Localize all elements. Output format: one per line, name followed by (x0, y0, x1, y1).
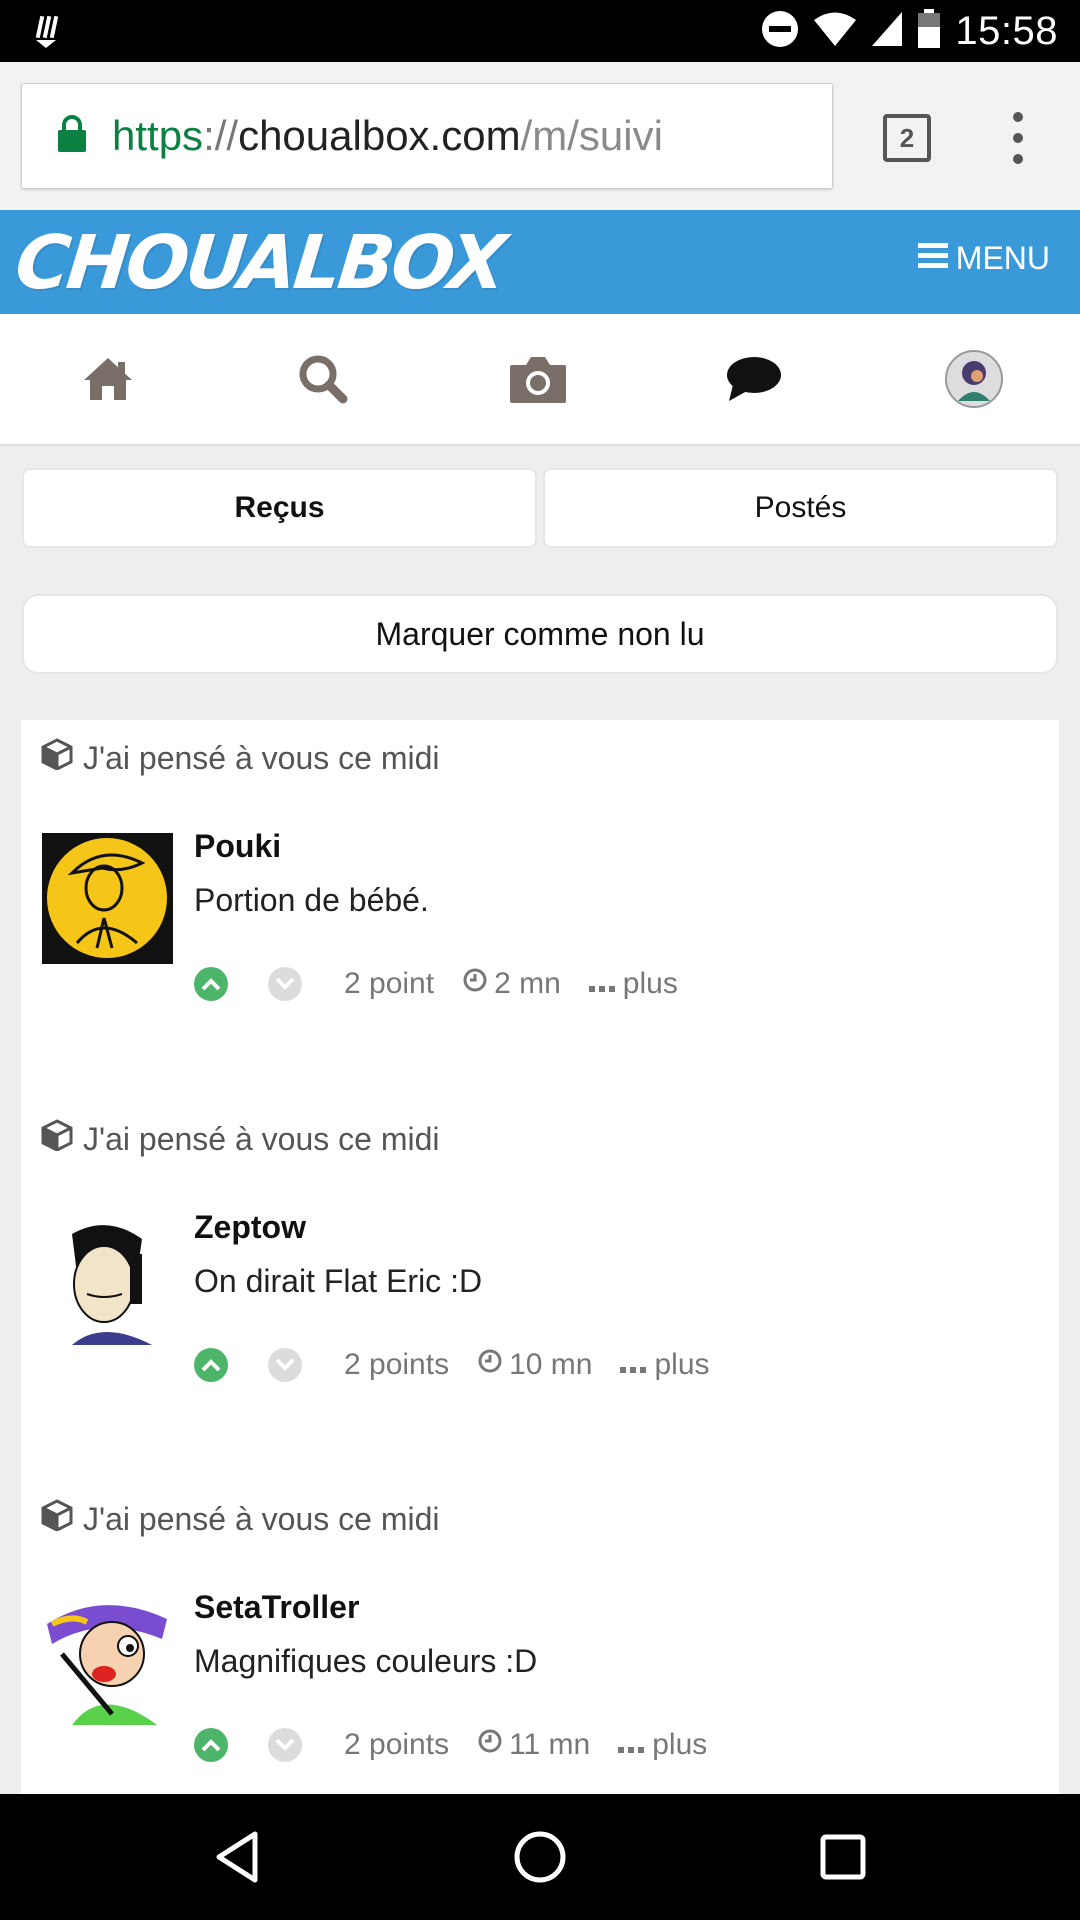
search-icon[interactable] (283, 344, 363, 414)
comment-time: 2 mn (462, 967, 561, 1001)
comment-text: On dirait Flat Eric :D (194, 1263, 483, 1299)
user-avatar[interactable] (42, 1594, 173, 1725)
tab-received[interactable]: Reçus (22, 468, 537, 548)
main-content: Reçus Postés Marquer comme non lu J'ai p… (0, 446, 1080, 1800)
more-button[interactable]: plus (588, 967, 678, 1001)
comment-actions: 2 points 10 mn plus (194, 1345, 710, 1385)
clock-icon (477, 1348, 503, 1382)
recents-icon[interactable] (810, 1824, 876, 1890)
downvote-icon[interactable] (268, 1348, 302, 1382)
box-icon (41, 738, 73, 778)
comment-time: 11 mn (477, 1728, 590, 1762)
user-avatar[interactable] (42, 1214, 173, 1345)
site-header: CHOUALBOX MENU (0, 210, 1080, 314)
home-circle-icon[interactable] (507, 1824, 573, 1890)
lock-icon (56, 114, 88, 159)
box-icon (41, 1499, 73, 1539)
comment-time: 10 mn (477, 1348, 592, 1382)
comment-text: Magnifiques couleurs :D (194, 1643, 538, 1679)
icon-navigation (0, 314, 1080, 446)
downvote-icon[interactable] (268, 1728, 302, 1762)
overflow-menu-icon[interactable] (1010, 112, 1026, 164)
system-navigation-bar (0, 1794, 1080, 1920)
wifi-icon (813, 11, 857, 52)
comment-actions: 2 points 11 mn plus (194, 1725, 707, 1765)
browser-toolbar: https://choualbox.com/m/suivi 2 (0, 62, 1080, 210)
comment-icon[interactable] (714, 344, 794, 414)
post-title[interactable]: J'ai pensé à vous ce midi (41, 1119, 440, 1159)
menu-button[interactable]: MENU (917, 240, 1050, 277)
tab-switcher-button[interactable]: 2 (883, 114, 931, 162)
notification-pen-icon (34, 14, 60, 53)
avatar[interactable] (934, 344, 1014, 414)
comment-text: Portion de bébé. (194, 882, 429, 918)
url-text: https://choualbox.com/m/suivi (112, 112, 663, 159)
comment-actions: 2 point 2 mn plus (194, 964, 678, 1004)
upvote-icon[interactable] (194, 967, 228, 1001)
back-icon[interactable] (204, 1824, 270, 1890)
clock-icon (462, 967, 488, 1001)
comment-author[interactable]: Pouki (194, 828, 281, 865)
comment-author[interactable]: SetaTroller (194, 1589, 359, 1626)
post-title[interactable]: J'ai pensé à vous ce midi (41, 738, 440, 778)
ellipsis-icon (620, 1348, 647, 1382)
points-count: 2 point (344, 967, 435, 1000)
comment-author[interactable]: Zeptow (194, 1209, 306, 1246)
home-icon[interactable] (68, 344, 148, 414)
points-count: 2 points (344, 1728, 450, 1761)
more-button[interactable]: plus (620, 1348, 710, 1382)
battery-icon (917, 8, 941, 54)
comment-feed: J'ai pensé à vous ce midi Pouki Portion … (21, 720, 1059, 1800)
ellipsis-icon (588, 967, 615, 1001)
tab-posted[interactable]: Postés (543, 468, 1058, 548)
camera-icon[interactable] (498, 344, 578, 414)
more-button[interactable]: plus (618, 1728, 707, 1762)
downvote-icon[interactable] (268, 967, 302, 1001)
ellipsis-icon (618, 1728, 645, 1762)
address-bar[interactable]: https://choualbox.com/m/suivi (21, 83, 833, 189)
upvote-icon[interactable] (194, 1728, 228, 1762)
post-title[interactable]: J'ai pensé à vous ce midi (41, 1499, 440, 1539)
list-item: J'ai pensé à vous ce midi Zeptow On dira… (21, 1101, 1059, 1481)
mark-unread-button[interactable]: Marquer comme non lu (22, 594, 1058, 674)
do-not-disturb-icon (761, 10, 799, 53)
upvote-icon[interactable] (194, 1348, 228, 1382)
box-icon (41, 1119, 73, 1159)
clock: 15:58 (955, 8, 1058, 53)
hamburger-icon (917, 240, 948, 277)
list-item: J'ai pensé à vous ce midi Pouki Portion … (21, 720, 1059, 1100)
signal-icon (871, 11, 903, 52)
menu-label: MENU (955, 240, 1050, 276)
clock-icon (477, 1728, 503, 1762)
site-logo[interactable]: CHOUALBOX (11, 220, 507, 306)
user-avatar[interactable] (42, 833, 173, 964)
points-count: 2 points (344, 1348, 450, 1381)
status-bar: 15:58 (0, 0, 1080, 62)
